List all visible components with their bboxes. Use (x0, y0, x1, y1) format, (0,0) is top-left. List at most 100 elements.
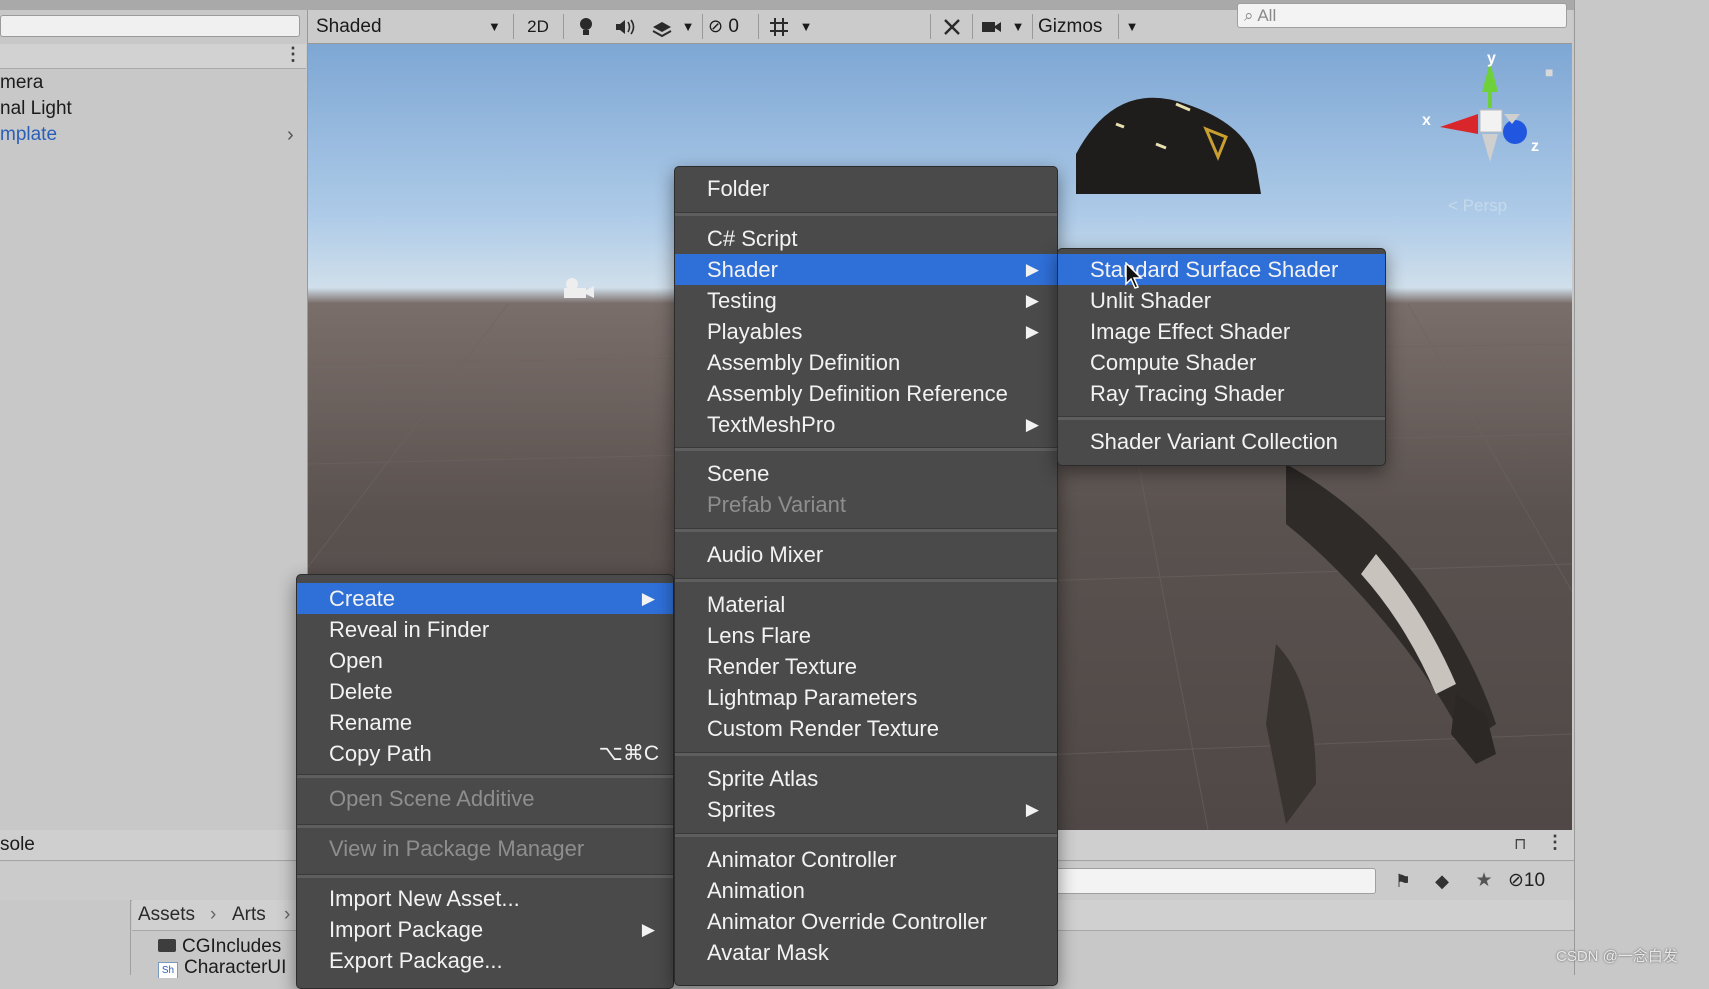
chevron-down-icon: ▼ (488, 19, 501, 34)
grid-snap-icon[interactable] (764, 13, 794, 40)
shader-file-icon: Sh (158, 962, 178, 978)
breadcrumb-assets[interactable]: Assets (138, 900, 195, 930)
menu-item-unlit-shader[interactable]: Unlit Shader (1058, 285, 1385, 316)
menu-item-reveal-in-finder[interactable]: Reveal in Finder (297, 614, 673, 645)
menu-item-assembly-definition[interactable]: Assembly Definition (675, 347, 1057, 378)
gizmos-button[interactable]: Gizmos (1038, 13, 1118, 40)
context-menu: Create ▶ Reveal in Finder Open Delete Ren… (296, 574, 674, 989)
hidden-packages-count: 10 (1523, 870, 1546, 891)
project-file-cgincludes[interactable]: CGIncludes (158, 934, 281, 960)
menu-item-delete[interactable]: Delete (297, 676, 673, 707)
lock-icon[interactable]: ⊓ (1514, 834, 1526, 854)
breadcrumb-arts[interactable]: Arts (232, 900, 266, 930)
menu-item-import-new-asset[interactable]: Import New Asset... (297, 883, 673, 914)
menu-item-material[interactable]: Material (675, 589, 1057, 620)
gizmos-dropdown-icon[interactable]: ▼ (1122, 13, 1142, 40)
menu-item-csharp-script[interactable]: C# Script (675, 223, 1057, 254)
gizmo-x-label: x (1422, 112, 1431, 129)
filter-by-type-icon[interactable]: ⚑ (1385, 866, 1421, 896)
camera-icon[interactable] (976, 13, 1008, 40)
project-tree (0, 900, 131, 975)
menu-item-assembly-definition-reference[interactable]: Assembly Definition Reference (675, 378, 1057, 409)
triangle-right-icon: ▶ (1025, 800, 1039, 819)
menu-item-sprite-atlas[interactable]: Sprite Atlas (675, 763, 1057, 794)
menu-item-audio-mixer[interactable]: Audio Mixer (675, 539, 1057, 570)
menu-item-standard-surface-shader[interactable]: Standard Surface Shader (1058, 254, 1385, 285)
menu-item-compute-shader[interactable]: Compute Shader (1058, 347, 1385, 378)
console-options-icon[interactable]: ⋮ (1546, 832, 1564, 853)
menu-item-textmeshpro[interactable]: TextMeshPro ▶ (675, 409, 1057, 440)
chevron-right-icon: › (284, 904, 291, 925)
hidden-count: 0 (728, 16, 739, 37)
menu-item-sprites[interactable]: Sprites ▶ (675, 794, 1057, 825)
search-icon: ⌕ (1244, 6, 1254, 25)
draw-mode-dropdown[interactable]: Shaded ▼ (316, 13, 506, 40)
menu-item-open[interactable]: Open (297, 645, 673, 676)
menu-item-animation[interactable]: Animation (675, 875, 1057, 906)
triangle-right-icon: ▶ (1025, 260, 1039, 279)
console-title: sole (0, 834, 35, 855)
menu-item-copy-path[interactable]: Copy Path ⌥⌘C (297, 738, 673, 769)
menu-item-shader-variant-collection[interactable]: Shader Variant Collection (1058, 426, 1385, 457)
hierarchy-item-camera[interactable]: mera (0, 70, 43, 96)
menu-item-shader[interactable]: Shader ▶ (675, 254, 1057, 285)
lock-icon[interactable]: ■ (1545, 64, 1553, 80)
menu-item-import-package[interactable]: Import Package ▶ (297, 914, 673, 945)
mouse-cursor-icon (1125, 262, 1143, 289)
project-file-label: CharacterUI (184, 958, 287, 978)
audio-toggle-icon[interactable] (608, 13, 640, 40)
hierarchy-item-template[interactable]: mplate (0, 122, 57, 148)
effects-toggle-icon[interactable] (646, 13, 678, 40)
create-submenu: Folder C# Script Shader ▶ Testing ▶ Playab… (674, 166, 1058, 986)
chevron-right-icon[interactable]: › (287, 122, 294, 148)
effects-dropdown-icon[interactable]: ▼ (678, 13, 698, 40)
camera-gizmo-icon[interactable] (560, 276, 596, 307)
triangle-right-icon: ▶ (641, 920, 655, 939)
menu-item-image-effect-shader[interactable]: Image Effect Shader (1058, 316, 1385, 347)
orientation-gizmo[interactable] (1420, 52, 1560, 182)
hierarchy-header: ⋮ (0, 44, 306, 69)
menu-item-open-scene-additive: Open Scene Additive (329, 786, 535, 811)
menu-item-folder[interactable]: Folder (675, 173, 1057, 204)
menu-item-playables[interactable]: Playables ▶ (675, 316, 1057, 347)
menu-item-lens-flare[interactable]: Lens Flare (675, 620, 1057, 651)
project-search-input[interactable] (1050, 868, 1376, 894)
menu-item-animator-override-controller[interactable]: Animator Override Controller (675, 906, 1057, 937)
triangle-right-icon: ▶ (1025, 291, 1039, 310)
shader-submenu: Standard Surface Shader Unlit Shader Ima… (1057, 248, 1386, 466)
folder-icon (158, 939, 176, 952)
2d-toggle-button[interactable]: 2D (520, 13, 556, 40)
menu-item-testing[interactable]: Testing ▶ (675, 285, 1057, 316)
lighting-toggle-icon[interactable] (570, 13, 602, 40)
grid-dropdown-icon[interactable]: ▼ (796, 13, 816, 40)
hierarchy-search-input[interactable] (0, 15, 300, 37)
menu-item-render-texture[interactable]: Render Texture (675, 651, 1057, 682)
eye-slash-icon: ⊘ (708, 16, 724, 36)
hidden-objects-toggle[interactable]: ⊘ 0 (708, 13, 756, 40)
hierarchy-options-icon[interactable]: ⋮ (284, 44, 302, 65)
project-file-label: CGIncludes (182, 936, 282, 957)
scene-search-input[interactable]: ⌕ All (1237, 3, 1567, 28)
gizmo-y-label: y (1487, 50, 1496, 67)
menu-item-lightmap-parameters[interactable]: Lightmap Parameters (675, 682, 1057, 713)
menu-item-avatar-mask[interactable]: Avatar Mask (675, 937, 1057, 968)
tools-icon[interactable] (936, 13, 968, 40)
shortcut-label: ⌥⌘C (598, 742, 659, 765)
menu-item-export-package[interactable]: Export Package... (297, 945, 673, 976)
menu-item-rename[interactable]: Rename (297, 707, 673, 738)
persp-label[interactable]: < Persp (1448, 196, 1507, 216)
favorite-star-icon[interactable]: ★ (1466, 866, 1502, 896)
hierarchy-item-light[interactable]: nal Light (0, 96, 72, 122)
menu-item-animator-controller[interactable]: Animator Controller (675, 844, 1057, 875)
label-tag-icon[interactable]: ◆ (1424, 866, 1460, 896)
inspector-panel (1574, 0, 1709, 975)
menu-item-prefab-variant: Prefab Variant (707, 492, 847, 517)
menu-item-custom-render-texture[interactable]: Custom Render Texture (675, 713, 1057, 744)
menu-item-scene[interactable]: Scene (675, 458, 1057, 489)
camera-dropdown-icon[interactable]: ▼ (1008, 13, 1028, 40)
hidden-packages-toggle[interactable]: ⊘10 (1508, 866, 1572, 896)
project-file-characterui[interactable]: Sh CharacterUI (158, 958, 303, 978)
chevron-right-icon: › (210, 904, 217, 925)
menu-item-create[interactable]: Create ▶ (297, 583, 673, 614)
menu-item-ray-tracing-shader[interactable]: Ray Tracing Shader (1058, 378, 1385, 409)
